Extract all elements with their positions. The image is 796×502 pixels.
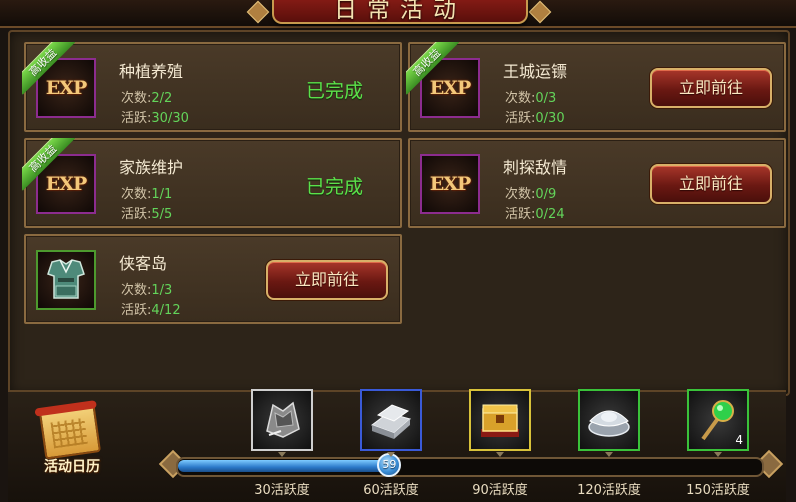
threshold-marker [278,452,286,457]
activity-name: 刺探敌情 [503,158,568,177]
reward-label: 90活跃度 [472,483,528,498]
title-ornament-right [528,0,552,24]
reward-60[interactable] [360,389,422,451]
count-stat: 次数:1/1 [121,187,173,202]
calendar-scroll-icon [38,404,102,460]
title-plate: 日常活动 [272,0,528,24]
armor-set-icon [266,401,300,438]
reward-90[interactable] [469,389,531,451]
activity-calendar-button[interactable]: 活动日历 [30,404,114,480]
threshold-marker [605,452,613,457]
title-bar: 日常活动 [0,0,796,28]
activity-name: 侠客岛 [119,254,168,273]
reward-count: 4 [735,433,743,447]
go-now-button[interactable]: 立即前往 [650,68,772,108]
count-stat: 次数:0/9 [505,187,557,202]
high-yield-badge: 高收益 [22,138,76,192]
activity-card-family: EXP 高收益 家族维护 次数:1/1 活跃:5/5 已完成 [22,138,402,228]
activity-name: 种植养殖 [119,62,184,81]
count-stat: 次数:2/2 [121,91,173,106]
silver-ingot-icon [588,410,630,437]
active-stat: 活跃:4/12 [121,303,181,318]
active-stat: 活跃:0/30 [505,111,565,126]
calendar-label: 活动日历 [44,459,100,475]
iron-ingot-icon [370,404,412,439]
activity-icon-box [36,250,96,310]
threshold-marker [387,452,395,457]
activity-card-scout: EXP 刺探敌情 次数:0/9 活跃:0/24 立即前往 [408,138,786,228]
reward-120[interactable] [578,389,640,451]
count-stat: 次数:0/3 [505,91,557,106]
reward-label: 150活跃度 [686,483,750,498]
high-yield-badge: 高收益 [22,42,76,96]
activity-card-planting: EXP 高收益 种植养殖 次数:2/2 活跃:30/30 已完成 [22,42,402,132]
count-stat: 次数:1/3 [121,283,173,298]
exp-icon: EXP [429,173,472,195]
reward-label: 60活跃度 [363,483,419,498]
activity-icon-box: EXP [420,154,480,214]
activity-name: 王城运镖 [503,62,568,81]
threshold-marker [496,452,504,457]
reward-150[interactable]: 4 [687,389,749,451]
reward-label: 30活跃度 [254,483,310,498]
title-ornament-left [246,0,270,24]
active-stat: 活跃:0/24 [505,207,565,222]
threshold-marker [714,452,722,457]
active-stat: 活跃:5/5 [121,207,173,222]
go-now-button[interactable]: 立即前往 [650,164,772,204]
activity-card-island: 侠客岛 次数:1/3 活跃:4/12 立即前往 [24,234,402,324]
treasure-chest-icon [481,404,519,437]
completed-status: 已完成 [306,80,364,102]
reward-30[interactable] [251,389,313,451]
go-now-button[interactable]: 立即前往 [266,260,388,300]
page-title: 日常活动 [334,0,466,23]
reward-label: 120活跃度 [577,483,641,498]
activity-progress-fill [178,460,390,472]
armor-icon [47,259,85,299]
completed-status: 已完成 [306,176,364,198]
high-yield-badge: 高收益 [406,42,460,96]
active-stat: 活跃:30/30 [121,111,189,126]
activity-name: 家族维护 [119,158,184,177]
activity-card-escort: EXP 高收益 王城运镖 次数:0/3 活跃:0/30 立即前往 [406,42,786,132]
activity-progress-bar [176,457,764,477]
